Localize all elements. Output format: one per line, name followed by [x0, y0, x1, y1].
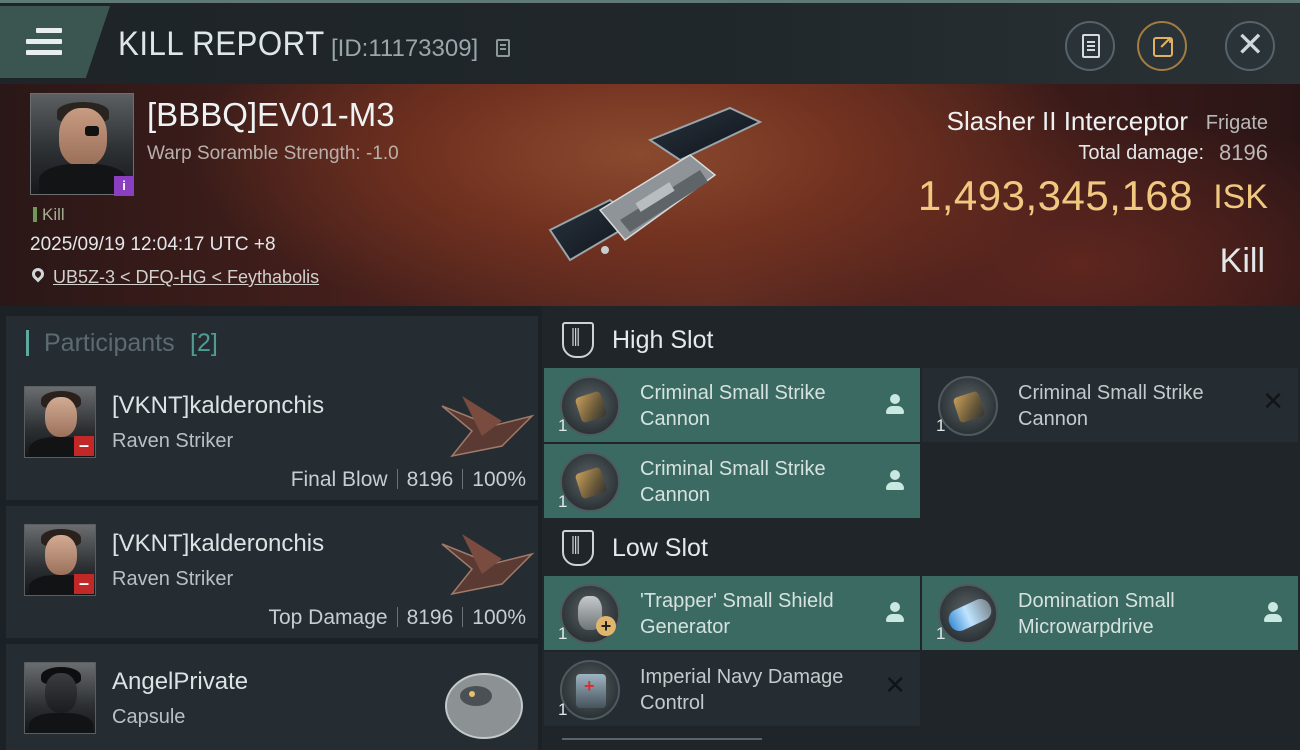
module-qty: 1 [936, 624, 946, 643]
module-item[interactable]: 1 Criminal Small Strike Cannon ✕ [922, 368, 1298, 442]
participant-damage: 8196 [406, 606, 454, 629]
clipboard-button[interactable] [1065, 21, 1115, 71]
module-name: Criminal Small Strike Cannon [1018, 382, 1204, 430]
total-damage-value: 8196 [1219, 140, 1268, 165]
high-slot-label: High Slot [612, 326, 714, 354]
module-qty: 1 [936, 416, 946, 435]
low-slot-icon [562, 530, 594, 566]
victim-name[interactable]: [BBBQ]EV01-M3 [147, 96, 395, 134]
microwarpdrive-icon [938, 584, 998, 644]
module-name: Criminal Small Strike Cannon [640, 382, 826, 430]
participant-card[interactable]: AngelPrivate Capsule [6, 644, 538, 750]
share-button[interactable] [1137, 21, 1187, 71]
result-label: Kill [1219, 242, 1265, 280]
participant-stats: Top Damage 8196 100% [268, 606, 526, 630]
participant-name: [VKNT]kalderonchis [112, 392, 325, 419]
dropped-pilot-icon [1264, 602, 1282, 622]
dropped-pilot-icon [886, 602, 904, 622]
location-link[interactable]: UB5Z-3 < DFQ-HG < Feythabolis [53, 267, 319, 288]
module-name: Criminal Small Strike Cannon [640, 458, 826, 506]
participant-percent: 100% [472, 468, 526, 491]
module-item[interactable]: 1 Imperial Navy Damage Control ✕ [544, 652, 920, 726]
modules-panel: High Slot 1 Criminal Small Strike Cannon… [542, 306, 1300, 750]
close-icon: ✕ [1236, 26, 1265, 64]
capsule-image [445, 673, 523, 739]
participant-card[interactable]: – [VKNT]kalderonchis Raven Striker Top D… [6, 506, 538, 638]
participant-ship: Raven Striker [112, 430, 234, 452]
module-qty: 1 [558, 624, 568, 643]
participant-stats: Final Blow 8196 100% [291, 468, 526, 492]
module-item[interactable]: 1 Criminal Small Strike Cannon [544, 444, 920, 518]
share-icon [1153, 33, 1173, 57]
module-qty: 1 [558, 416, 568, 435]
module-name: 'Trapper' Small Shield Generator [640, 590, 834, 638]
cannon-icon [560, 452, 620, 512]
participant-role: Top Damage [268, 606, 388, 629]
isk-unit: ISK [1213, 178, 1268, 216]
participants-title: Participants [44, 329, 175, 357]
low-slot-header: Low Slot [562, 530, 862, 570]
victim-ship-class: Frigate [1205, 112, 1268, 134]
module-name: Domination Small Microwarpdrive [1018, 590, 1175, 638]
cannon-icon [560, 376, 620, 436]
module-qty: 1 [558, 492, 568, 511]
hamburger-icon [26, 28, 62, 61]
participant-ship: Capsule [112, 706, 186, 728]
isk-value: 1,493,345,168 [917, 172, 1193, 219]
destroyed-x-icon: ✕ [884, 670, 906, 700]
participant-role: Final Blow [290, 468, 388, 491]
module-item[interactable]: 1 Criminal Small Strike Cannon [544, 368, 920, 442]
page-title: KILL REPORT [118, 25, 325, 63]
dropped-pilot-icon [886, 470, 904, 490]
menu-button[interactable] [0, 6, 110, 78]
participant-portrait[interactable] [24, 662, 96, 734]
info-icon[interactable]: i [114, 176, 134, 196]
participant-percent: 100% [472, 606, 526, 629]
clipboard-icon [1082, 34, 1100, 58]
participant-name: AngelPrivate [112, 668, 249, 695]
report-id: [ID:11173309] [331, 35, 479, 62]
participant-damage: 8196 [406, 468, 454, 491]
close-button[interactable]: ✕ [1225, 21, 1275, 71]
participant-name: [VKNT]kalderonchis [112, 530, 325, 557]
module-item[interactable]: 1 Domination Small Microwarpdrive [922, 576, 1298, 650]
destroyed-x-icon: ✕ [1262, 386, 1284, 416]
participants-count: [2] [190, 329, 218, 357]
copy-icon[interactable] [496, 39, 510, 57]
high-slot-header: High Slot [562, 322, 862, 362]
victim-ship-image [548, 106, 763, 262]
hostile-badge-icon: – [74, 574, 94, 594]
dropped-pilot-icon [886, 394, 904, 414]
module-qty: 1 [558, 700, 568, 719]
header-bar: KILL REPORT [ID:11173309] ✕ [0, 0, 1300, 84]
low-slot-label: Low Slot [612, 534, 708, 562]
participant-ship: Raven Striker [112, 568, 234, 590]
participant-ship-image [441, 396, 535, 458]
module-name: Imperial Navy Damage Control [640, 666, 844, 714]
kill-time: 2025/09/19 12:04:17 UTC +8 [30, 234, 276, 255]
kill-tag: Kill [33, 205, 65, 225]
next-slot-header-partial [562, 738, 762, 750]
victim-ship-name[interactable]: Slasher II Interceptor [947, 106, 1188, 137]
participant-ship-image [441, 534, 535, 596]
damage-control-icon [560, 660, 620, 720]
warp-scramble-strength: Warp Soramble Strength: -1.0 [147, 143, 399, 164]
shield-generator-icon [560, 584, 620, 644]
cannon-icon [938, 376, 998, 436]
participant-card[interactable]: – [VKNT]kalderonchis Raven Striker Final… [6, 368, 538, 500]
hostile-badge-icon: – [74, 436, 94, 456]
total-damage-label: Total damage: [1078, 142, 1204, 164]
module-item[interactable]: 1 'Trapper' Small Shield Generator [544, 576, 920, 650]
high-slot-icon [562, 322, 594, 358]
participants-header: Participants [2] [6, 316, 538, 370]
participants-panel: Participants [2] – [VKNT]kalderonchis Ra… [0, 306, 542, 750]
